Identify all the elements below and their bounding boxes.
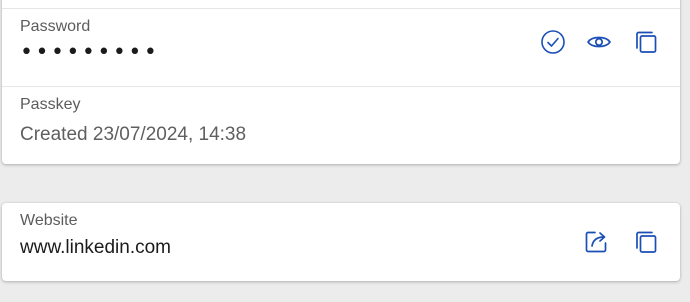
website-open-button[interactable]: [580, 226, 612, 258]
copy-icon: [636, 231, 657, 253]
password-value[interactable]: •••••••••: [20, 40, 159, 65]
website-copy-button[interactable]: [630, 226, 662, 258]
login-details-card: Password ••••••••• Passkey Created 23/07…: [2, 0, 680, 164]
copy-icon: [636, 31, 657, 53]
website-row: Website www.linkedin.com: [2, 203, 680, 281]
password-row: Password •••••••••: [2, 8, 680, 87]
passkey-row: Passkey Created 23/07/2024, 14:38: [2, 86, 680, 165]
check-icon: [541, 30, 565, 54]
password-check-button[interactable]: [537, 26, 569, 58]
website-label: Website: [20, 212, 78, 229]
eye-icon: [587, 36, 611, 48]
passkey-value: Created 23/07/2024, 14:38: [20, 124, 247, 145]
open-external-icon: [585, 231, 607, 253]
passkey-label: Passkey: [20, 96, 81, 113]
website-card: Website www.linkedin.com: [2, 203, 680, 281]
password-reveal-button[interactable]: [583, 26, 615, 58]
website-value[interactable]: www.linkedin.com: [20, 237, 171, 259]
password-label: Password: [20, 18, 91, 35]
password-copy-button[interactable]: [630, 26, 662, 58]
